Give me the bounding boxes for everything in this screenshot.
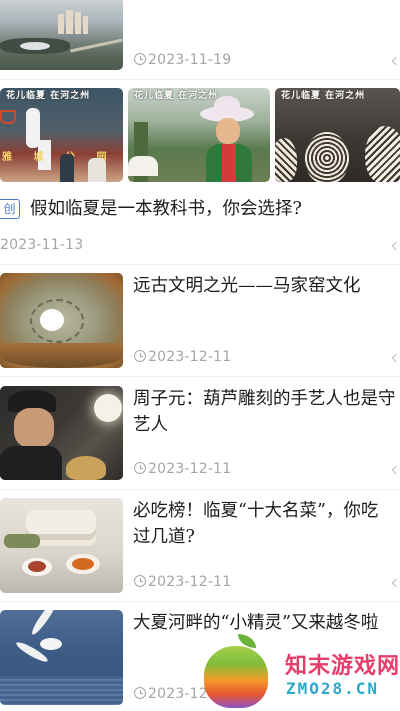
publish-date: 2023-12-11 [134, 574, 231, 590]
publish-date: 2023-11-19 [134, 52, 231, 68]
news-feed: 2023-11-19 花儿临夏 在河之州 雅 城 公 园 花儿临夏 在河之州 花… [0, 0, 400, 711]
category-tag: 创 [0, 199, 20, 219]
divider [0, 79, 400, 80]
publish-date: 2023-12-11 [134, 461, 231, 477]
apple-logo-icon [204, 646, 268, 708]
article-title-line2[interactable]: 过几道? [133, 524, 195, 551]
publish-date: 2023-12-11 [134, 349, 231, 365]
clock-icon [134, 53, 146, 65]
watermark-domain: ZMO28.CN [286, 679, 380, 698]
divider [0, 489, 400, 490]
food-thumbnail[interactable] [0, 498, 123, 593]
clock-icon [134, 350, 146, 362]
article-title[interactable]: 周子元：葫芦雕刻的手艺人也是守 [133, 386, 396, 413]
photo-caption: 花儿临夏 在河之州 [6, 91, 91, 101]
watermark-name: 知末游戏网 [285, 654, 400, 679]
gallery-photo-singer[interactable]: 花儿临夏 在河之州 [128, 88, 270, 182]
share-arrow-icon[interactable] [391, 578, 400, 588]
article-title[interactable]: 必吃榜！临夏“十大名菜”，你吃 [133, 498, 378, 525]
article-title[interactable]: 假如临夏是一本教科书，你会选择? [30, 196, 302, 223]
gallery-photo-gourd-carving[interactable]: 花儿临夏 在河之州 [275, 88, 400, 182]
clock-icon [134, 575, 146, 587]
divider [0, 376, 400, 377]
clock-icon [134, 687, 146, 699]
divider [0, 264, 400, 265]
share-arrow-icon[interactable] [391, 241, 400, 251]
publish-date: 2023-12 [134, 686, 208, 702]
seagull-thumbnail[interactable] [0, 610, 123, 705]
article-title[interactable]: 远古文明之光——马家窑文化 [133, 273, 361, 300]
share-arrow-icon[interactable] [391, 465, 400, 475]
clock-icon [134, 462, 146, 474]
article-title-line2[interactable]: 艺人 [133, 412, 168, 439]
share-arrow-icon[interactable] [391, 353, 400, 363]
divider [0, 601, 400, 602]
photo-caption: 花儿临夏 在河之州 [134, 91, 219, 101]
gallery-photo-basketball[interactable]: 花儿临夏 在河之州 雅 城 公 园 [0, 88, 123, 182]
publish-date: 2023-11-13 [0, 237, 84, 253]
photo-caption: 花儿临夏 在河之州 [281, 91, 366, 101]
share-arrow-icon[interactable] [391, 56, 400, 66]
city-aerial-thumbnail[interactable] [0, 0, 123, 70]
pottery-thumbnail[interactable] [0, 273, 123, 368]
craftsman-thumbnail[interactable] [0, 386, 123, 480]
site-watermark: 知末游戏网 ZMO28.CN [200, 624, 400, 711]
